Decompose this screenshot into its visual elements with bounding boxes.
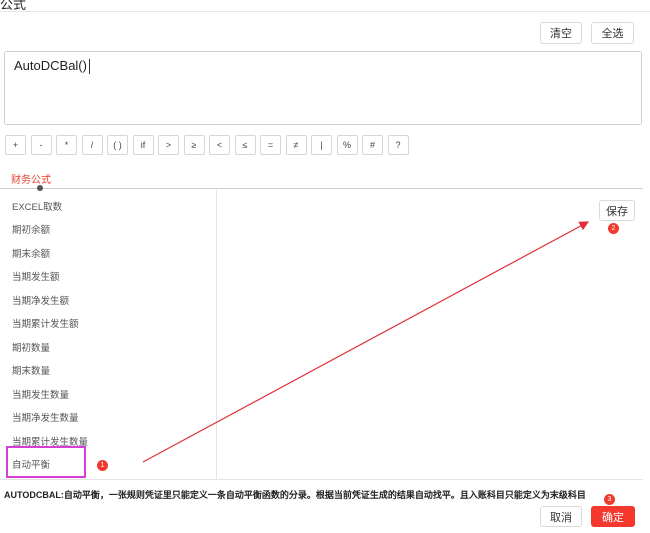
function-list: EXCEL取数 期初余额 期末余额 当期发生额 当期净发生额 当期累计发生额 期… bbox=[4, 189, 217, 479]
select-all-button[interactable]: 全选 bbox=[591, 22, 634, 44]
operator-divide-button[interactable]: / bbox=[81, 135, 103, 155]
operator-multiply-button[interactable]: * bbox=[56, 135, 77, 155]
list-item-closing-quantity[interactable]: 期末数量 bbox=[12, 363, 50, 377]
annotation-highlight-box bbox=[6, 446, 86, 478]
content-divider bbox=[0, 479, 643, 480]
annotation-badge-3: 3 bbox=[604, 494, 615, 505]
dialog-title: 公式 bbox=[0, 0, 27, 12]
cancel-button[interactable]: 取消 bbox=[540, 506, 582, 527]
operator-question-button[interactable]: ? bbox=[387, 135, 409, 155]
operator-equal-button[interactable]: = bbox=[260, 135, 281, 155]
formula-text: AutoDCBal() bbox=[14, 58, 87, 73]
operator-or-button[interactable]: | bbox=[311, 135, 332, 155]
list-item-excel-fetch[interactable]: EXCEL取数 bbox=[12, 199, 62, 213]
confirm-button[interactable]: 确定 bbox=[591, 506, 635, 527]
function-description: AUTODCBAL:自动平衡，一张规则凭证里只能定义一条自动平衡函数的分录。根据… bbox=[4, 490, 586, 500]
list-item-period-cumulative-amount[interactable]: 当期累计发生额 bbox=[12, 316, 79, 330]
operator-percent-button[interactable]: % bbox=[336, 135, 358, 155]
operator-less-button[interactable]: < bbox=[209, 135, 230, 155]
operator-toolbar: + - * / ( ) if > ≥ < ≤ = ≠ | % # ? bbox=[5, 135, 413, 155]
list-item-period-amount[interactable]: 当期发生额 bbox=[12, 269, 60, 283]
annotation-badge-1: 1 bbox=[97, 460, 108, 471]
list-item-opening-quantity[interactable]: 期初数量 bbox=[12, 340, 50, 354]
operator-minus-button[interactable]: - bbox=[30, 135, 52, 155]
clear-button[interactable]: 清空 bbox=[540, 22, 582, 44]
list-item-period-net-quantity[interactable]: 当期净发生数量 bbox=[12, 410, 79, 424]
text-caret bbox=[88, 59, 90, 75]
operator-not-equal-button[interactable]: ≠ bbox=[285, 135, 307, 155]
list-item-opening-balance[interactable]: 期初余额 bbox=[12, 222, 50, 236]
operator-greater-equal-button[interactable]: ≥ bbox=[183, 135, 205, 155]
dialog-header: 公式 bbox=[0, 0, 650, 12]
tab-financial-formula[interactable]: 财务公式 bbox=[11, 171, 51, 186]
function-detail-panel bbox=[217, 189, 643, 479]
list-item-period-net-amount[interactable]: 当期净发生额 bbox=[12, 293, 69, 307]
operator-if-button[interactable]: if bbox=[132, 135, 154, 155]
save-button[interactable]: 保存 bbox=[599, 200, 635, 221]
list-item-period-quantity[interactable]: 当期发生数量 bbox=[12, 387, 69, 401]
operator-hash-button[interactable]: # bbox=[362, 135, 383, 155]
operator-parentheses-button[interactable]: ( ) bbox=[107, 135, 128, 155]
list-item-closing-balance[interactable]: 期末余额 bbox=[12, 246, 50, 260]
operator-plus-button[interactable]: + bbox=[5, 135, 26, 155]
operator-less-equal-button[interactable]: ≤ bbox=[234, 135, 256, 155]
operator-greater-button[interactable]: > bbox=[158, 135, 179, 155]
formula-editor[interactable]: AutoDCBal() bbox=[4, 51, 642, 125]
annotation-badge-2: 2 bbox=[608, 223, 619, 234]
